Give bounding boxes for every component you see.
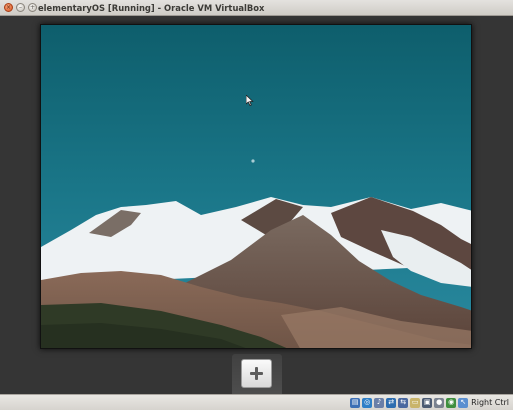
mouse-pointer-icon bbox=[245, 91, 254, 110]
mountain-landscape-image bbox=[41, 25, 471, 348]
optical-drive-icon[interactable]: ◎ bbox=[362, 397, 373, 408]
network-icon[interactable]: ⇄ bbox=[386, 397, 397, 408]
mouse-integration-icon[interactable]: ↖ bbox=[458, 397, 469, 408]
maximize-button[interactable]: + bbox=[28, 3, 37, 12]
minimize-button[interactable]: – bbox=[16, 3, 25, 12]
vm-display[interactable] bbox=[0, 16, 513, 394]
video-capture-icon[interactable]: ● bbox=[434, 397, 445, 408]
dock-add-button[interactable] bbox=[241, 359, 272, 388]
dock bbox=[232, 354, 282, 394]
display-icon[interactable]: ▣ bbox=[422, 397, 433, 408]
host-key-label[interactable]: Right Ctrl bbox=[471, 398, 509, 407]
window-title: elementaryOS [Running] - Oracle VM Virtu… bbox=[38, 3, 265, 13]
hard-disk-icon[interactable]: ▤ bbox=[350, 397, 361, 408]
window-controls: × – + bbox=[4, 3, 37, 12]
close-button[interactable]: × bbox=[4, 3, 13, 12]
audio-icon[interactable]: ♪ bbox=[374, 397, 385, 408]
usb-icon[interactable]: ⇆ bbox=[398, 397, 409, 408]
window-titlebar[interactable]: × – + elementaryOS [Running] - Oracle VM… bbox=[0, 0, 513, 16]
cpu-icon[interactable]: ◉ bbox=[446, 397, 457, 408]
status-icons: ▤ ◎ ♪ ⇄ ⇆ ▭ ▣ ● ◉ ↖ bbox=[350, 397, 469, 408]
vm-status-bar: ▤ ◎ ♪ ⇄ ⇆ ▭ ▣ ● ◉ ↖ Right Ctrl bbox=[0, 394, 513, 410]
plus-icon bbox=[250, 367, 263, 380]
shared-folders-icon[interactable]: ▭ bbox=[410, 397, 421, 408]
desktop-wallpaper[interactable] bbox=[40, 24, 472, 349]
